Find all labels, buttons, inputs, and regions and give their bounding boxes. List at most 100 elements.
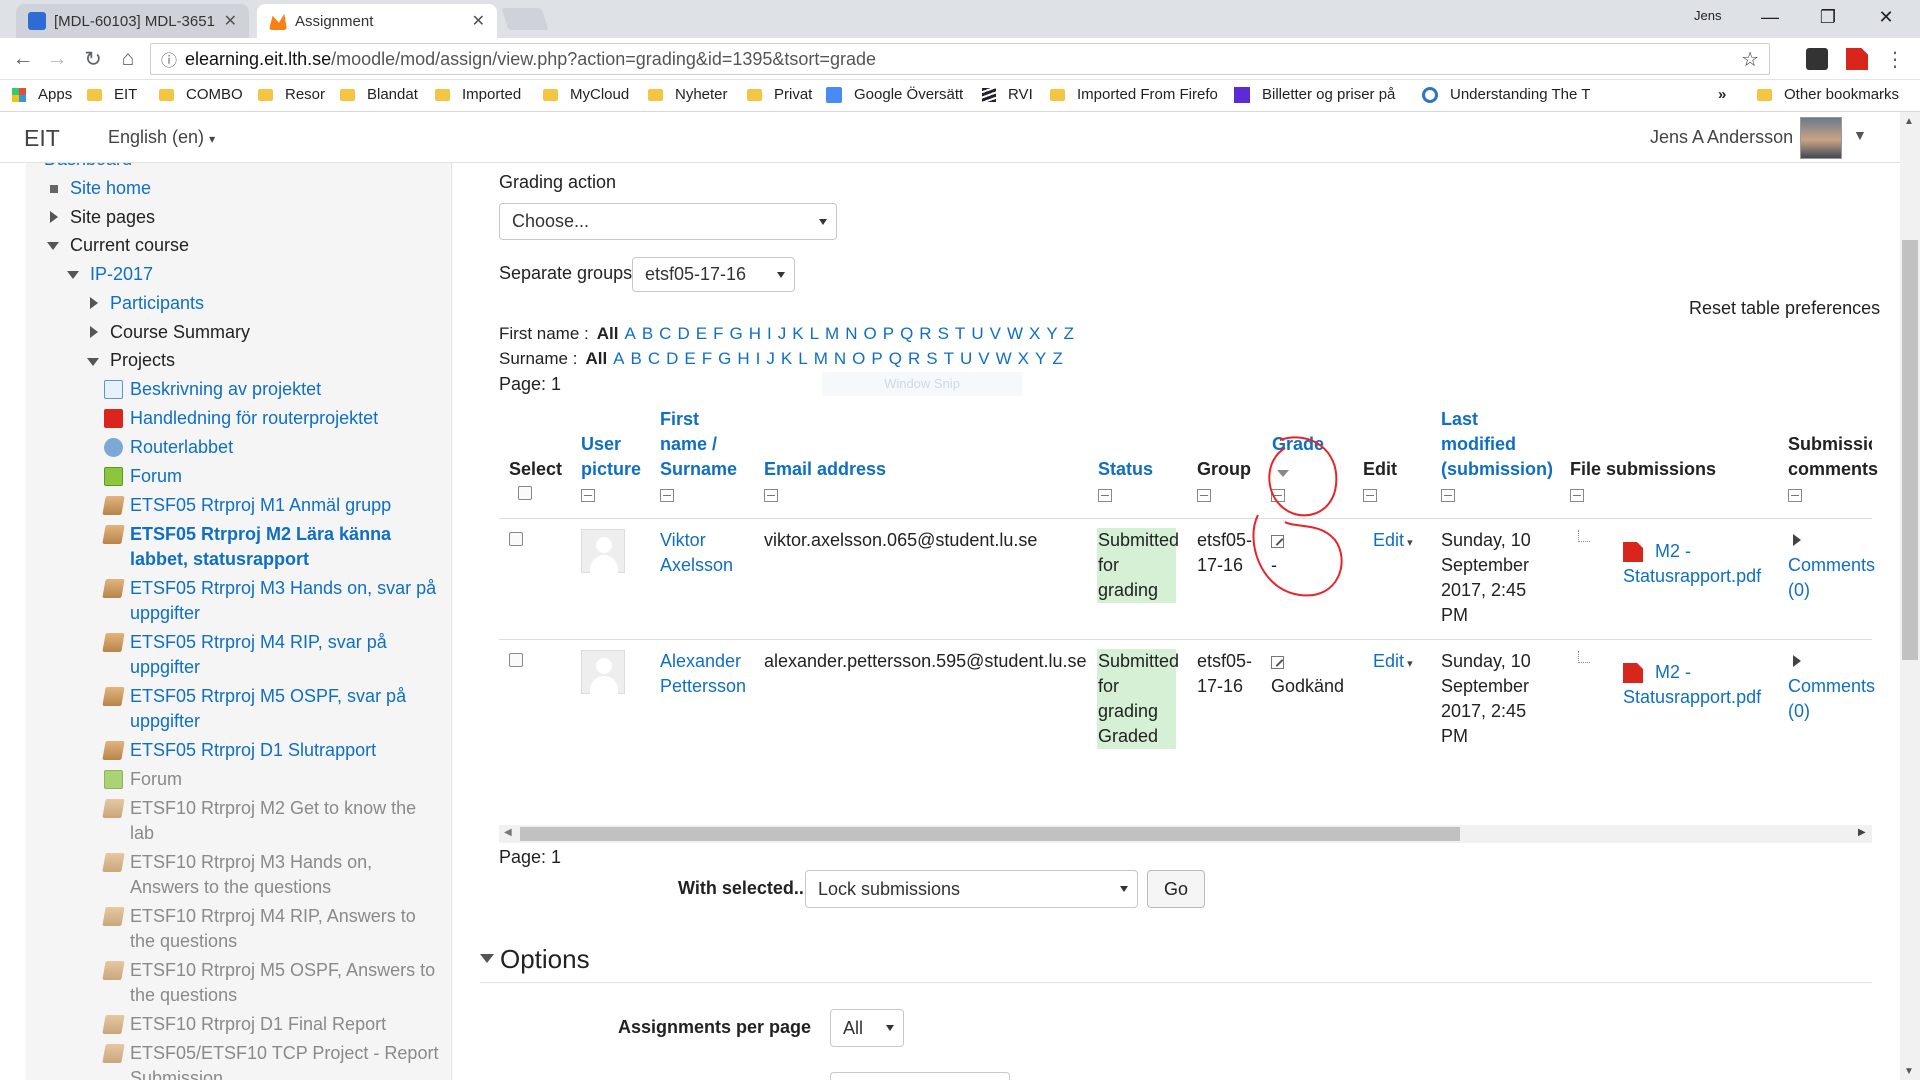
nav-course[interactable]: IP-2017 xyxy=(90,262,153,287)
nav-activity-hidden[interactable]: the questions xyxy=(130,929,237,954)
next-select-partial[interactable] xyxy=(830,1072,1010,1080)
scroll-left-icon[interactable]: ◀ xyxy=(504,827,512,838)
letter[interactable]: S xyxy=(926,349,937,368)
letter[interactable]: J xyxy=(766,349,775,368)
nav-activity[interactable]: Beskrivning av projektet xyxy=(130,377,321,402)
hide-column-icon[interactable] xyxy=(1441,489,1455,502)
bookmark-nyheter[interactable]: Nyheter xyxy=(648,86,728,103)
hide-column-icon[interactable] xyxy=(1788,489,1802,502)
bookmark-imported[interactable]: Imported xyxy=(435,86,521,103)
letter[interactable]: H xyxy=(749,324,761,343)
letter[interactable]: G xyxy=(729,324,742,343)
letter[interactable]: X xyxy=(1018,349,1029,368)
language-menu[interactable]: English (en) ▾ xyxy=(108,127,215,148)
options-section-title[interactable]: Options xyxy=(500,944,590,975)
acrobat-icon[interactable] xyxy=(1846,48,1868,70)
collapse-icon[interactable] xyxy=(67,271,79,279)
letter[interactable]: T xyxy=(955,324,965,343)
restore-icon[interactable]: ❐ xyxy=(1800,0,1856,34)
tab-assignment[interactable]: Assignment ✕ xyxy=(257,4,497,38)
menu-icon[interactable]: ⋮ xyxy=(1880,44,1910,74)
user-avatar[interactable] xyxy=(1800,117,1842,159)
file-submission-link[interactable]: Statusrapport.pdf xyxy=(1623,564,1761,589)
scroll-right-icon[interactable]: ▶ xyxy=(1858,827,1866,838)
letter[interactable]: Q xyxy=(900,324,913,343)
letter[interactable]: Y xyxy=(1046,324,1057,343)
grading-action-select[interactable]: Choose... xyxy=(499,203,837,240)
collapse-options-icon[interactable] xyxy=(480,954,494,963)
nav-activity-hidden[interactable]: Answers to the questions xyxy=(130,875,331,900)
extension-icon[interactable] xyxy=(1806,48,1828,70)
expand-icon[interactable] xyxy=(90,326,98,338)
letter[interactable]: Z xyxy=(1052,349,1062,368)
file-submission-link[interactable]: M2 - xyxy=(1655,660,1691,685)
nav-activity-hidden[interactable]: the questions xyxy=(130,983,237,1008)
col-status[interactable]: Status xyxy=(1098,457,1153,482)
site-name[interactable]: EIT xyxy=(24,125,60,152)
nav-activity-hidden[interactable]: Forum xyxy=(130,767,182,792)
col-last-modified[interactable]: (submission) xyxy=(1441,457,1553,482)
back-icon[interactable]: ← xyxy=(8,44,38,74)
bookmark-resor[interactable]: Resor xyxy=(258,86,325,103)
letter[interactable]: F xyxy=(713,324,723,343)
file-submission-link[interactable]: Statusrapport.pdf xyxy=(1623,685,1761,710)
scroll-down-icon[interactable]: ▼ xyxy=(1904,1066,1914,1077)
nav-activity-current[interactable]: ETSF05 Rtrproj M2 Lära känna xyxy=(130,522,391,547)
row-select-checkbox[interactable] xyxy=(509,532,523,546)
nav-activity[interactable]: uppgifter xyxy=(130,655,200,680)
nav-activity[interactable]: Routerlabbet xyxy=(130,435,233,460)
nav-site-pages[interactable]: Site pages xyxy=(70,205,155,230)
sort-desc-icon[interactable] xyxy=(1277,470,1289,477)
nav-activity[interactable]: uppgifter xyxy=(130,709,200,734)
hide-column-icon[interactable] xyxy=(1271,489,1285,502)
bookmark-blandat[interactable]: Blandat xyxy=(340,86,418,103)
nav-course-summary[interactable]: Course Summary xyxy=(110,320,250,345)
letter[interactable]: D xyxy=(666,349,678,368)
col-last-modified[interactable]: Last xyxy=(1441,407,1478,432)
hide-column-icon[interactable] xyxy=(1363,489,1377,502)
letter[interactable]: G xyxy=(718,349,731,368)
edit-menu[interactable]: Edit ▾ xyxy=(1373,528,1413,556)
hide-column-icon[interactable] xyxy=(660,489,674,502)
letter[interactable]: X xyxy=(1029,324,1040,343)
letter[interactable]: S xyxy=(938,324,949,343)
letter[interactable]: E xyxy=(684,349,695,368)
file-submission-link[interactable]: M2 - xyxy=(1655,539,1691,564)
comments-link[interactable]: Comments xyxy=(1788,553,1875,578)
col-name[interactable]: name / xyxy=(660,432,717,457)
address-bar[interactable]: ⓘ elearning.eit.lth.se/moodle/mod/assign… xyxy=(150,43,1770,75)
letter[interactable]: I xyxy=(767,324,772,343)
nav-activity-current[interactable]: labbet, statusrapport xyxy=(130,547,309,572)
separate-groups-select[interactable]: etsf05-17-16 xyxy=(632,257,795,292)
nav-activity-hidden[interactable]: ETSF10 Rtrproj M5 OSPF, Answers to xyxy=(130,958,435,983)
col-user-picture[interactable]: picture xyxy=(581,457,641,482)
letter[interactable]: N xyxy=(834,349,846,368)
letter[interactable]: Q xyxy=(889,349,902,368)
letter[interactable]: W xyxy=(1007,324,1023,343)
nav-participants[interactable]: Participants xyxy=(110,291,204,316)
comments-link[interactable]: (0) xyxy=(1788,578,1810,603)
edit-grade-icon[interactable] xyxy=(1271,656,1284,669)
letter[interactable]: I xyxy=(756,349,761,368)
letter[interactable]: M xyxy=(825,324,839,343)
letter[interactable]: V xyxy=(990,324,1001,343)
col-last-modified[interactable]: modified xyxy=(1441,432,1516,457)
bookmark-understanding[interactable]: Understanding The T xyxy=(1422,86,1594,103)
nav-activity-hidden[interactable]: ETSF10 Rtrproj D1 Final Report xyxy=(130,1012,386,1037)
nav-activity-hidden[interactable]: ETSF10 Rtrproj M2 Get to know the xyxy=(130,796,416,821)
letter[interactable]: C xyxy=(659,324,671,343)
letter[interactable]: O xyxy=(863,324,876,343)
user-name[interactable]: Jens A Andersson xyxy=(1650,127,1793,148)
info-icon[interactable]: ⓘ xyxy=(161,47,177,71)
bookmark-privat[interactable]: Privat xyxy=(747,86,812,103)
edit-grade-icon[interactable] xyxy=(1271,535,1284,548)
comments-link[interactable]: Comments xyxy=(1788,674,1875,699)
bookmark-mycloud[interactable]: MyCloud xyxy=(543,86,629,103)
letter[interactable]: Y xyxy=(1035,349,1046,368)
expand-comments-icon[interactable] xyxy=(1793,534,1801,546)
profile-name[interactable]: Jens xyxy=(1694,8,1721,23)
row-select-checkbox[interactable] xyxy=(509,653,523,667)
user-first-name[interactable]: Alexander xyxy=(660,649,741,674)
letter[interactable]: R xyxy=(908,349,920,368)
nav-activity[interactable]: ETSF05 Rtrproj M5 OSPF, svar på xyxy=(130,684,406,709)
